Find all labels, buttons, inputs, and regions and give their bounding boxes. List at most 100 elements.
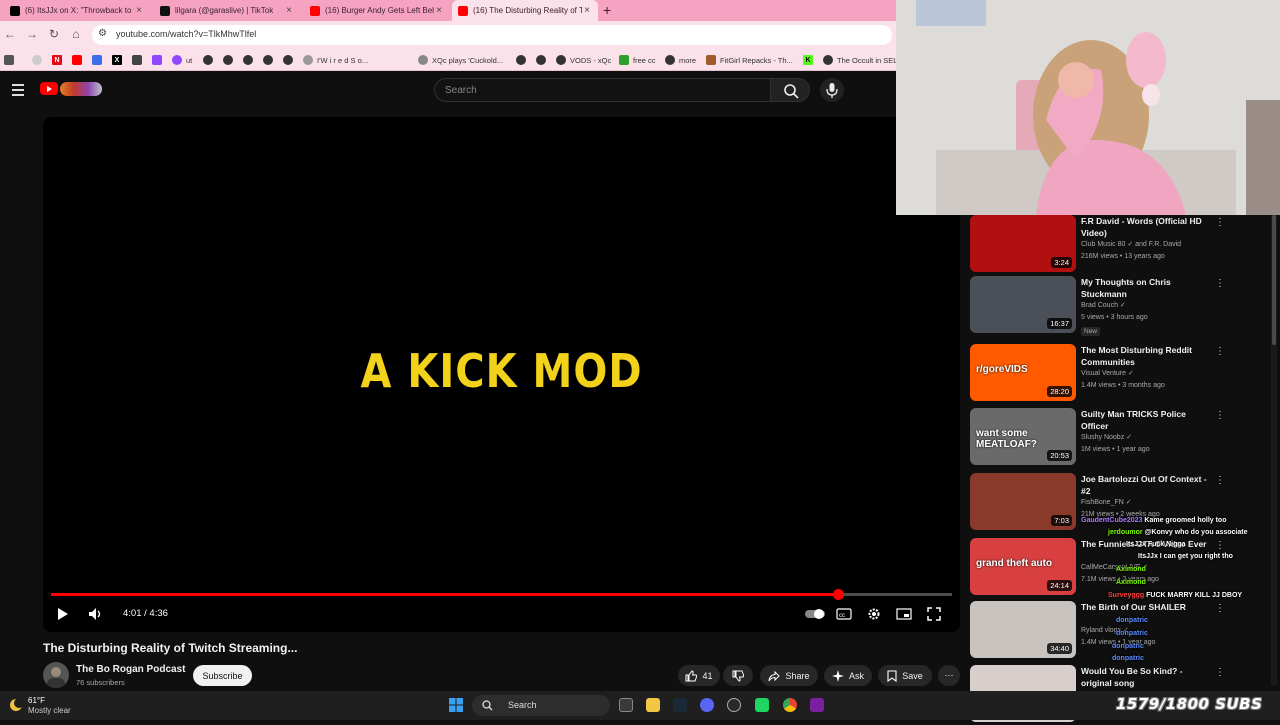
more-vert-icon[interactable]: ⋮: [1215, 475, 1225, 486]
more-vert-icon[interactable]: ⋮: [1215, 217, 1225, 228]
voice-search-button[interactable]: [820, 78, 844, 102]
video-thumbnail[interactable]: 3:24: [970, 215, 1076, 272]
recommendation-item[interactable]: 3:24 F.R David - Words (Official HD Video…: [970, 215, 1270, 275]
globe-icon[interactable]: [283, 54, 297, 66]
volume-button[interactable]: [87, 606, 105, 622]
dislike-button[interactable]: [723, 665, 753, 686]
video-thumbnail[interactable]: r/goreVIDS 28:20: [970, 344, 1076, 401]
netflix-icon[interactable]: N: [52, 54, 66, 66]
scrollbar-thumb[interactable]: [1272, 215, 1276, 345]
video-thumbnail[interactable]: want some MEATLOAF? 20:53: [970, 408, 1076, 465]
bookmark-xqc-plays[interactable]: XQc plays 'Cuckold...: [418, 54, 503, 66]
recommendation-channel[interactable]: Brad Couch ✓: [1081, 301, 1126, 309]
bookmark-fitgirl[interactable]: FitGirl Repacks - Th...: [706, 54, 793, 66]
tab-x-post[interactable]: (6) ItsJJx on X: "Throwback to w ×: [4, 0, 150, 21]
globe-icon[interactable]: [203, 54, 217, 66]
autoplay-toggle[interactable]: [803, 606, 827, 622]
recommendation-title[interactable]: Joe Bartolozzi Out Of Context - #2: [1081, 473, 1211, 497]
close-tab-icon[interactable]: ×: [582, 5, 592, 16]
recommendation-item[interactable]: r/goreVIDS 28:20 The Most Disturbing Reddi…: [970, 344, 1270, 404]
video-thumbnail[interactable]: grand theft auto 24:14: [970, 538, 1076, 595]
channel-name[interactable]: The Bo Rogan Podcast: [76, 664, 185, 675]
youtube-bookmark-icon[interactable]: [72, 54, 86, 66]
ask-button[interactable]: Ask: [824, 665, 872, 686]
more-actions-button[interactable]: ⋯: [938, 665, 960, 686]
bookmark-occult[interactable]: The Occult in SEL: [823, 54, 897, 66]
bookmark-green-k[interactable]: K: [803, 54, 817, 66]
more-vert-icon[interactable]: ⋮: [1215, 278, 1225, 289]
recommendation-channel[interactable]: Club Music 80 ✓ and F.R. David: [1081, 240, 1181, 248]
globe-icon[interactable]: [223, 54, 237, 66]
tab-tiktok[interactable]: lilgara (@garaslive) | TikTok ×: [154, 0, 300, 21]
settings-button[interactable]: [865, 606, 883, 622]
home-button[interactable]: ⌂: [68, 27, 84, 41]
video-thumbnail[interactable]: 34:40: [970, 601, 1076, 658]
bookmark-vods[interactable]: VODS - xQc: [556, 54, 611, 66]
taskbar-search[interactable]: Search: [472, 695, 610, 716]
steam-icon[interactable]: [673, 698, 687, 712]
obs-icon[interactable]: [727, 698, 741, 712]
more-vert-icon[interactable]: ⋮: [1215, 667, 1225, 678]
share-button[interactable]: Share: [760, 665, 818, 686]
more-vert-icon[interactable]: ⋮: [1215, 603, 1225, 614]
sidebar-scrollbar[interactable]: [1271, 215, 1277, 685]
recommendation-item[interactable]: want some MEATLOAF? 20:53 Guilty Man TRICK…: [970, 408, 1270, 468]
progress-scrubber[interactable]: [833, 589, 844, 600]
close-tab-icon[interactable]: ×: [284, 5, 294, 16]
globe-icon[interactable]: [516, 54, 530, 66]
app-icon[interactable]: [810, 698, 824, 712]
spotify-icon[interactable]: [755, 698, 769, 712]
recommendation-channel[interactable]: Slushy Noobz ✓: [1081, 433, 1132, 441]
miniplayer-button[interactable]: [895, 606, 913, 622]
back-button[interactable]: ←: [2, 27, 18, 41]
windows-start-icon[interactable]: [449, 698, 463, 712]
bookmark-icon[interactable]: [132, 54, 146, 66]
bookmark-free-cc[interactable]: free cc: [619, 54, 656, 66]
discord-icon[interactable]: [700, 698, 714, 712]
play-button[interactable]: [55, 606, 71, 622]
progress-bar[interactable]: [51, 589, 952, 600]
globe-icon[interactable]: [243, 54, 257, 66]
bookmark-ut[interactable]: ut: [172, 54, 192, 66]
subscribe-button[interactable]: Subscribe: [193, 665, 252, 686]
video-player[interactable]: A KICK MOD 4:01 / 4:36 cc: [43, 117, 960, 632]
more-vert-icon[interactable]: ⋮: [1215, 410, 1225, 421]
tab-youtube-burger[interactable]: (16) Burger Andy Gets Left Beh ×: [304, 0, 450, 21]
globe-icon[interactable]: [263, 54, 277, 66]
chrome-icon[interactable]: [783, 698, 797, 712]
captions-button[interactable]: cc: [835, 606, 853, 622]
recommendation-title[interactable]: F.R David - Words (Official HD Video): [1081, 215, 1211, 239]
task-view-icon[interactable]: [619, 698, 633, 712]
weather-description[interactable]: Mostly clear: [28, 706, 71, 715]
save-button[interactable]: Save: [878, 665, 932, 686]
youtube-logo[interactable]: [40, 82, 58, 95]
more-vert-icon[interactable]: ⋮: [1215, 540, 1225, 551]
recommendation-title[interactable]: My Thoughts on Chris Stuckmann: [1081, 276, 1211, 300]
youtube-doodle[interactable]: [60, 82, 102, 96]
menu-icon[interactable]: [12, 84, 24, 96]
recommendation-title[interactable]: Would You Be So Kind? - original song: [1081, 665, 1211, 689]
recommendation-title[interactable]: Guilty Man TRICKS Police Officer: [1081, 408, 1211, 432]
reload-button[interactable]: ↻: [46, 27, 62, 41]
file-explorer-icon[interactable]: [646, 698, 660, 712]
recommendation-channel[interactable]: FishBone_FN ✓: [1081, 498, 1132, 506]
apps-icon[interactable]: [4, 54, 18, 66]
search-button[interactable]: [770, 78, 810, 102]
weather-temperature[interactable]: 61°F: [28, 696, 45, 705]
tab-youtube-active[interactable]: (16) The Disturbing Reality of T ×: [452, 0, 598, 21]
twitch-icon[interactable]: [152, 54, 166, 66]
bookmark-icon[interactable]: [32, 54, 46, 66]
forward-button[interactable]: →: [24, 27, 40, 41]
search-input[interactable]: Search: [434, 78, 771, 102]
address-bar[interactable]: ⚙ youtube.com/watch?v=TlkMhwTlfel: [92, 25, 892, 45]
recommendation-item[interactable]: 16:37 My Thoughts on Chris Stuckmann Brad …: [970, 276, 1270, 336]
bookmark-icon[interactable]: [92, 54, 106, 66]
channel-avatar[interactable]: [43, 662, 69, 688]
site-info-icon[interactable]: ⚙: [98, 28, 107, 39]
globe-icon[interactable]: [536, 54, 550, 66]
x-bookmark-icon[interactable]: X: [112, 54, 126, 66]
close-tab-icon[interactable]: ×: [134, 5, 144, 16]
video-thumbnail[interactable]: 16:37: [970, 276, 1076, 333]
recommendation-title[interactable]: The Most Disturbing Reddit Communities: [1081, 344, 1211, 368]
new-tab-button[interactable]: +: [603, 2, 611, 18]
